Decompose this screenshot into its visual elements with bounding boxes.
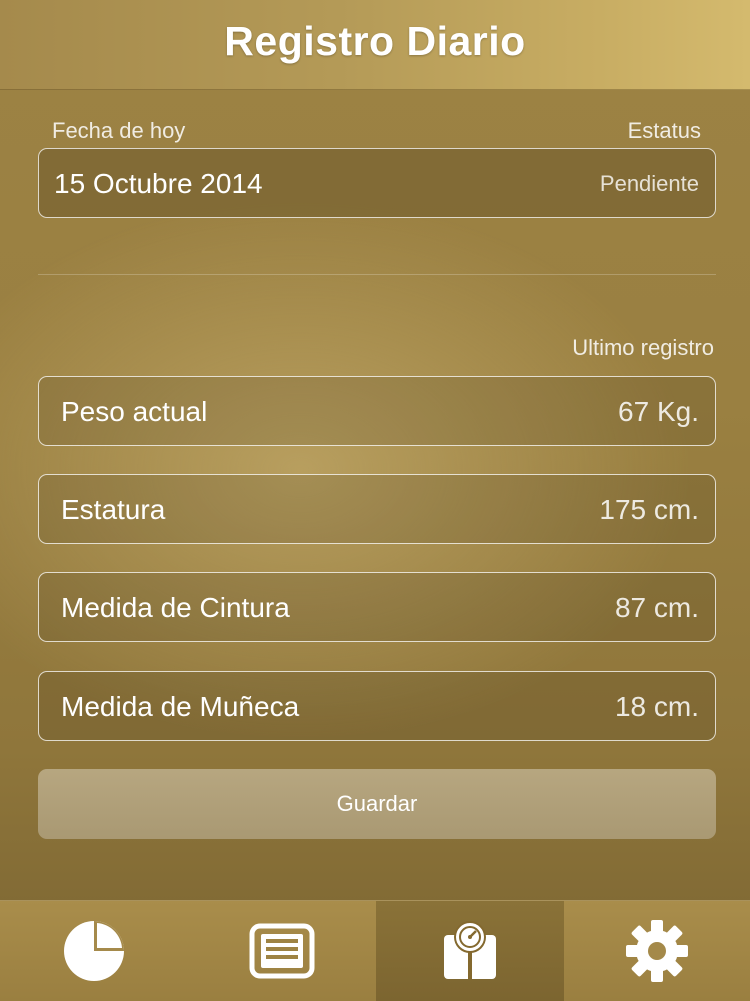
gear-icon bbox=[626, 920, 688, 982]
page-title: Registro Diario bbox=[224, 18, 526, 64]
today-date-field[interactable]: 15 Octubre 2014 Pendiente bbox=[38, 148, 716, 218]
wrist-label: Medida de Muñeca bbox=[61, 691, 300, 722]
header-bar: Registro Diario bbox=[0, 0, 750, 90]
pie-chart-icon bbox=[64, 921, 124, 981]
wrist-field[interactable]: Medida de Muñeca 18 cm. bbox=[38, 671, 716, 741]
status-label: Estatus bbox=[627, 118, 701, 143]
waist-label: Medida de Cintura bbox=[61, 592, 290, 623]
tab-records[interactable] bbox=[188, 901, 376, 1001]
waist-field[interactable]: Medida de Cintura 87 cm. bbox=[38, 572, 716, 642]
wrist-value: 18 cm. bbox=[614, 691, 699, 722]
tab-bar bbox=[0, 900, 750, 1001]
date-label: Fecha de hoy bbox=[52, 118, 186, 143]
tab-statistics[interactable] bbox=[0, 901, 188, 1001]
tab-settings[interactable] bbox=[564, 901, 750, 1001]
date-value: 15 Octubre 2014 bbox=[54, 168, 263, 199]
status-value: Pendiente bbox=[599, 171, 699, 196]
height-value: 175 cm. bbox=[599, 494, 699, 525]
list-icon bbox=[249, 923, 315, 979]
weight-label: Peso actual bbox=[61, 396, 208, 427]
tab-daily-log[interactable] bbox=[376, 901, 564, 1001]
weight-field[interactable]: Peso actual 67 Kg. bbox=[38, 376, 716, 446]
scale-icon bbox=[444, 921, 496, 979]
save-button[interactable]: Guardar bbox=[38, 769, 716, 839]
section-divider bbox=[38, 274, 716, 275]
waist-value: 87 cm. bbox=[614, 592, 699, 623]
height-label: Estatura bbox=[61, 494, 166, 525]
weight-value: 67 Kg. bbox=[618, 396, 699, 427]
last-record-label: Ultimo registro bbox=[572, 335, 714, 360]
height-field[interactable]: Estatura 175 cm. bbox=[38, 474, 716, 544]
